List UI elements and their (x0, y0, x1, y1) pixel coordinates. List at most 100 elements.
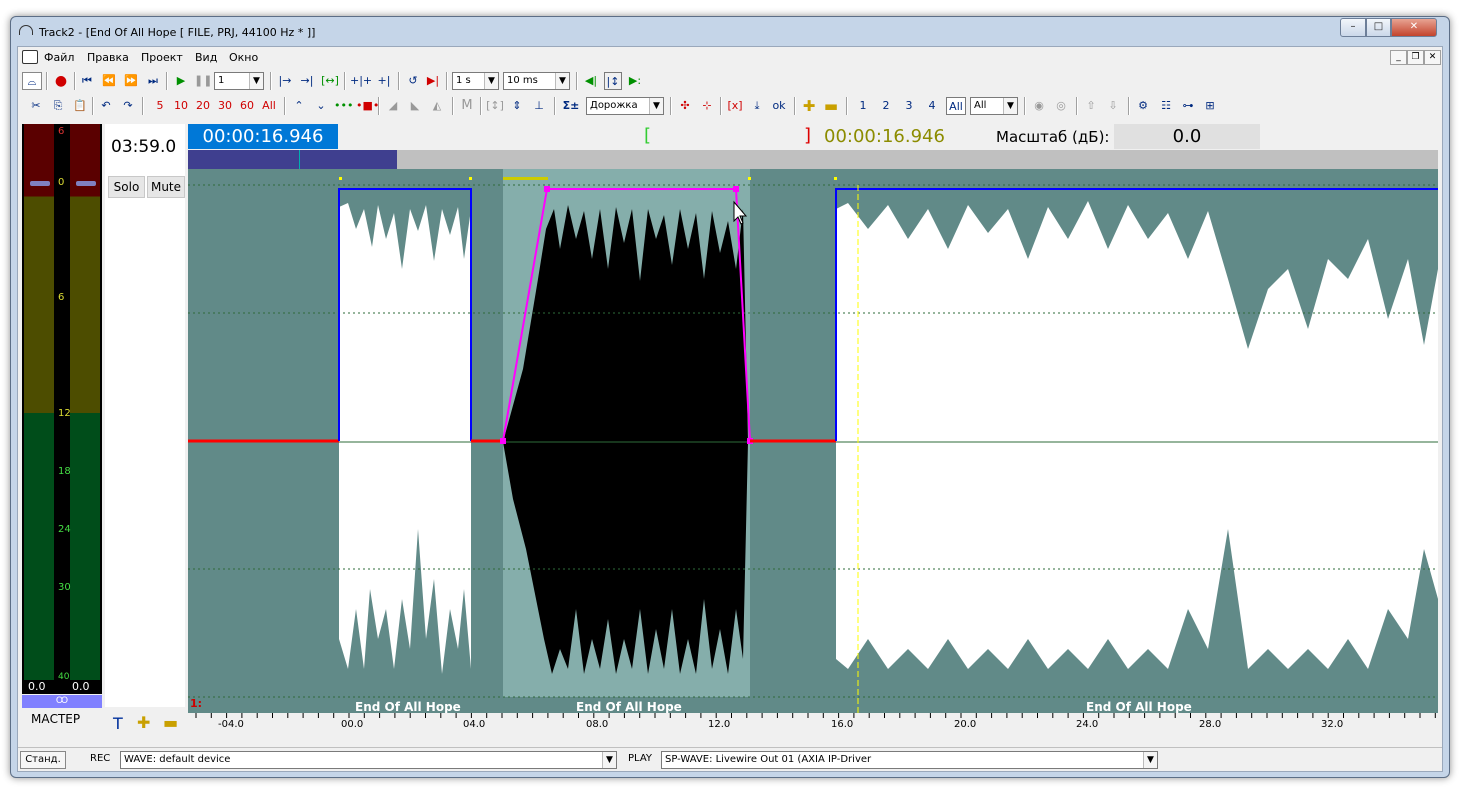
play-from-cursor-icon[interactable]: ▶: (626, 72, 644, 90)
track-1-button[interactable]: 1 (856, 97, 870, 115)
split-right-icon[interactable]: +| (374, 72, 394, 90)
zoom-20-button[interactable]: 20 (194, 97, 212, 115)
clip-name[interactable]: End Of All Hope (576, 700, 682, 713)
envelope-add-icon[interactable]: ⌃ (290, 97, 308, 115)
tracks-layout-icon[interactable]: ☷ (1156, 97, 1176, 115)
mode-button[interactable]: Станд. (20, 751, 66, 769)
clip-name[interactable]: End Of All Hope (355, 700, 461, 713)
step-ms-select[interactable]: 10 ms ▼ (503, 72, 570, 90)
zoom-30-button[interactable]: 30 (216, 97, 234, 115)
menu-project[interactable]: Проект (141, 51, 183, 64)
minimize-button[interactable]: – (1340, 18, 1366, 37)
ok-button[interactable]: ok (770, 97, 788, 115)
copy-icon[interactable]: ⎘ (50, 97, 66, 115)
track-4-button[interactable]: 4 (925, 97, 939, 115)
overview-visible-range[interactable] (188, 150, 397, 169)
go-end-icon[interactable]: ⏭ (144, 72, 162, 90)
ruler-label: 24.0 (1076, 719, 1099, 730)
menu-window[interactable]: Окно (229, 51, 258, 64)
step-time-select[interactable]: 1 s ▼ (452, 72, 499, 90)
track-2-button[interactable]: 2 (879, 97, 893, 115)
mdi-minimize-button[interactable]: _ (1390, 50, 1407, 65)
time-ruler[interactable]: -04.0 00.0 04.0 08.0 12.0 16.0 20.0 24.0… (188, 713, 1438, 735)
eye-icon[interactable]: ◉ (1030, 97, 1048, 115)
clip-name[interactable]: End Of All Hope (1086, 700, 1192, 713)
envelope-remove-icon[interactable]: ⌄ (312, 97, 330, 115)
record-count-select[interactable]: 1 ▼ (214, 72, 264, 90)
marker-add-icon[interactable]: ✣ (676, 97, 694, 115)
zoom-5-button[interactable]: 5 (154, 97, 166, 115)
mode-m-button[interactable]: M (458, 97, 476, 115)
go-start-icon[interactable]: ⏮ (78, 72, 96, 90)
move-down-icon[interactable]: ⇩ (1104, 97, 1122, 115)
network-icon[interactable]: ⊞ (1200, 97, 1220, 115)
marker-move-icon[interactable]: ⤓ (748, 97, 766, 115)
eye-hide-icon[interactable]: ◎ (1052, 97, 1070, 115)
mark-in-icon[interactable]: |→ (276, 72, 294, 90)
track-mode-select[interactable]: Дорожка ▼ (586, 97, 664, 115)
scale-value[interactable]: 0.0 (1114, 124, 1260, 149)
remove-icon[interactable]: ▬ (163, 713, 178, 732)
tracks-tree-icon[interactable]: ⊶ (1178, 97, 1198, 115)
zoom-all-button[interactable]: All (260, 97, 278, 115)
meter-left-slider[interactable] (30, 181, 50, 186)
stereo-link-button[interactable]: Ꝏ (22, 695, 102, 708)
loop-play-icon[interactable]: ▶| (424, 72, 442, 90)
redo-icon[interactable]: ↷ (120, 97, 136, 115)
zoom-60-button[interactable]: 60 (238, 97, 256, 115)
play-device-select[interactable]: SP-WAVE: Livewire Out 01 (AXIA IP-Driver… (661, 751, 1158, 769)
fast-forward-icon[interactable]: ⏩ (122, 72, 140, 90)
crossfade-icon[interactable]: ◭ (428, 97, 446, 115)
headphones-icon[interactable]: ⌓ (22, 72, 42, 90)
mdi-restore-button[interactable]: ❐ (1407, 50, 1424, 65)
cut-icon[interactable]: ✂ (28, 97, 44, 115)
add-track-icon[interactable]: ✚ (800, 97, 818, 115)
settings-icon[interactable]: ⚙ (1134, 97, 1152, 115)
mark-out-icon[interactable]: →| (298, 72, 316, 90)
mute-button[interactable]: Mute (147, 176, 185, 198)
menu-view[interactable]: Вид (195, 51, 217, 64)
undo-icon[interactable]: ↶ (98, 97, 114, 115)
pause-icon[interactable]: ❚❚ (194, 72, 212, 90)
sigma-button[interactable]: Σ± (560, 97, 582, 115)
envelope-dots-icon[interactable]: ••• (334, 97, 353, 115)
loop-icon[interactable]: ↺ (404, 72, 422, 90)
split-icon[interactable]: +|+ (350, 72, 372, 90)
close-button[interactable]: ✕ (1391, 18, 1437, 37)
waveform-area[interactable]: 1: End Of All Hope End Of All Hope End O… (188, 169, 1438, 713)
document-icon[interactable] (22, 50, 38, 64)
overview-bar[interactable] (188, 150, 1438, 169)
waveform-canvas[interactable] (188, 169, 1438, 713)
fade-out-icon[interactable]: ◣ (406, 97, 424, 115)
meter-right-slider[interactable] (76, 181, 96, 186)
marker-delete-icon[interactable]: [x] (726, 97, 744, 115)
rewind-icon[interactable]: ⏪ (100, 72, 118, 90)
remove-track-icon[interactable]: ▬ (822, 97, 840, 115)
play-icon[interactable]: ▶ (172, 72, 190, 90)
menu-file[interactable]: Файл (44, 51, 74, 64)
text-tool-icon[interactable]: T (113, 714, 123, 733)
track-select[interactable]: All ▼ (970, 97, 1018, 115)
loop-selection-icon[interactable]: [↔] (320, 72, 340, 90)
mdi-close-button[interactable]: ✕ (1424, 50, 1441, 65)
fade-in-icon[interactable]: ◢ (384, 97, 402, 115)
snap-icon[interactable]: |↕ (604, 72, 622, 90)
expand-icon[interactable]: ⇕ (508, 97, 526, 115)
add-icon[interactable]: ✚ (137, 713, 150, 732)
track-3-button[interactable]: 3 (902, 97, 916, 115)
paste-icon[interactable]: 📋 (72, 97, 88, 115)
move-up-icon[interactable]: ⇧ (1082, 97, 1100, 115)
menu-edit[interactable]: Правка (87, 51, 129, 64)
title-bar[interactable]: Track2 - [End Of All Hope [ FILE, PRJ, 4… (11, 17, 1449, 45)
maximize-button[interactable]: □ (1366, 18, 1391, 37)
baseline-icon[interactable]: ⊥ (530, 97, 548, 115)
marker-remove-icon[interactable]: ⊹ (698, 97, 716, 115)
track-all-button[interactable]: All (946, 97, 966, 115)
vertical-fit-icon[interactable]: [↕] (486, 97, 504, 115)
solo-button[interactable]: Solo (108, 176, 145, 198)
rec-device-select[interactable]: WAVE: default device ▼ (120, 751, 617, 769)
record-icon[interactable]: ● (52, 72, 70, 90)
zoom-10-button[interactable]: 10 (172, 97, 190, 115)
envelope-reset-icon[interactable]: •■• (356, 97, 379, 115)
align-icon[interactable]: ◀|▶ (582, 72, 600, 105)
